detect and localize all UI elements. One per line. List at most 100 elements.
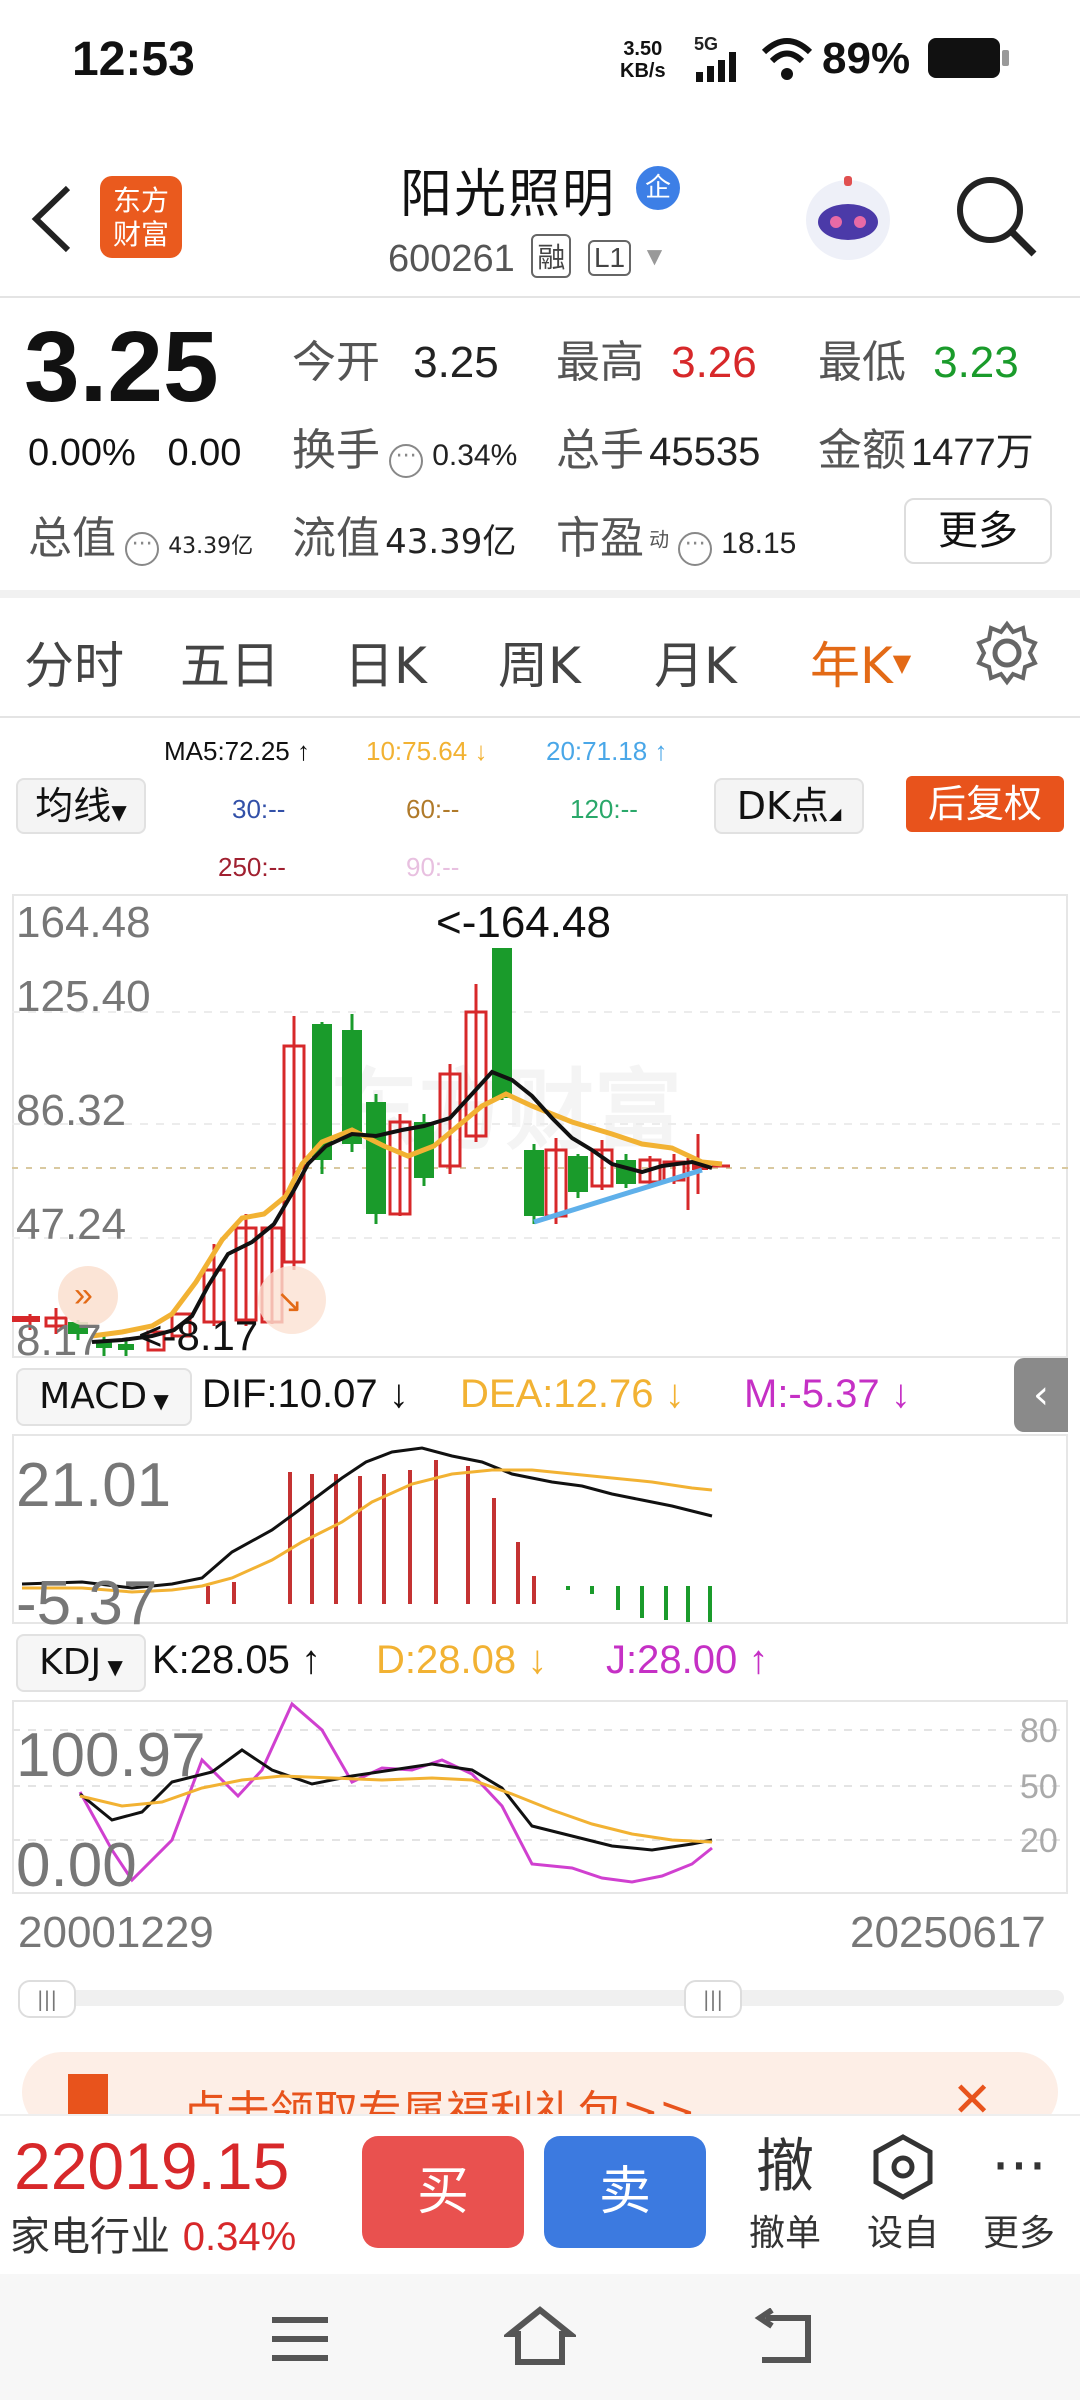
ma20-label: 20:71.18 ↑	[546, 736, 668, 766]
range-slider-track[interactable]	[18, 1990, 1064, 2006]
info-dots-icon[interactable]: ···	[678, 531, 713, 566]
amount-label: 金额	[818, 425, 906, 476]
tab-daily-k[interactable]: 日K	[344, 626, 427, 698]
logo-line-1: 东方	[112, 184, 169, 217]
net-speed-value: 3.50	[623, 38, 663, 60]
buy-button[interactable]: 买	[362, 2136, 524, 2248]
amount-field: 金额 1477万	[818, 414, 1034, 478]
net-speed-unit: KB/s	[620, 60, 666, 82]
range-slider-right-handle[interactable]: |||	[684, 1980, 742, 2018]
app-logo[interactable]: 东方 财富	[100, 176, 182, 258]
more-menu-button[interactable]: ··· 更多	[964, 2128, 1074, 2256]
home-icon[interactable]	[504, 2304, 576, 2368]
open-label: 今开	[292, 337, 380, 388]
macd-selector-button[interactable]: MACD ▼	[16, 1368, 192, 1426]
status-time: 12:53	[72, 33, 195, 86]
kdj-d: D:28.08 ↓	[376, 1638, 548, 1682]
hexagon-icon	[848, 2128, 958, 2204]
status-bar: 12:53 3.50 KB/s 5G 89%	[0, 0, 1080, 120]
kdj-j: J:28.00 ↑	[606, 1638, 769, 1682]
tab-yearly-k-label: 年K	[810, 637, 893, 695]
more-dots-icon: ···	[991, 2132, 1047, 2200]
low-label: 最低	[818, 337, 906, 388]
ma5-line	[91, 1069, 713, 1344]
recent-apps-icon[interactable]	[270, 2314, 330, 2364]
sell-button[interactable]: 卖	[544, 2136, 706, 2248]
turnover-label: 换手	[292, 425, 380, 476]
kdj-k: K:28.05 ↑	[152, 1638, 322, 1682]
tab-weekly-k[interactable]: 周K	[498, 626, 581, 698]
kdj-selector-button[interactable]: KDJ ▼	[16, 1634, 146, 1692]
search-icon[interactable]	[952, 172, 1040, 260]
open-field: 今开 3.25	[292, 326, 499, 390]
mktcap-value: 43.39亿	[168, 534, 254, 559]
dk-point-label: DK点	[736, 784, 829, 828]
volume-field: 总手 45535	[556, 414, 760, 478]
back-arrow-icon[interactable]	[26, 184, 76, 254]
dropdown-triangle-icon: ▼	[101, 1655, 123, 1679]
float-cap-label: 流值	[292, 513, 380, 564]
double-chevron-icon: »	[74, 1276, 93, 1314]
dropdown-triangle-icon: ▼	[892, 649, 912, 677]
index-value[interactable]: 22019.15	[14, 2128, 289, 2204]
adjust-mode-button[interactable]: 后复权	[906, 776, 1064, 832]
kdj-ref-80-label: 80	[1020, 1712, 1058, 1750]
float-cap-value: 43.39亿	[385, 522, 517, 562]
index-percent: 0.34%	[182, 2215, 297, 2259]
macd-dif: DIF:10.07 ↓	[202, 1372, 409, 1416]
ma250-label: 250:--	[218, 852, 286, 882]
low-value: 3.23	[933, 338, 1019, 387]
info-dots-icon[interactable]: ···	[125, 531, 160, 566]
dropdown-triangle-icon: ▼	[111, 800, 127, 824]
signal-icon	[696, 52, 736, 82]
custom-button[interactable]: 设自	[848, 2128, 958, 2256]
index-line[interactable]: 家电行业 0.34%	[10, 2204, 296, 2262]
ma120-label: 120:--	[570, 794, 638, 824]
tab-monthly-k[interactable]: 月K	[654, 626, 737, 698]
stock-name[interactable]: 阳光照明	[400, 152, 616, 227]
level-tag: L1	[587, 240, 632, 276]
high-value: 3.26	[671, 338, 757, 387]
robot-assistant-icon[interactable]	[800, 170, 896, 266]
collapse-panel-button[interactable]: ‹	[1014, 1358, 1068, 1432]
macd-bars-positive	[206, 1460, 536, 1604]
range-slider-left-handle[interactable]: |||	[18, 1980, 76, 2018]
macd-dea-value: DEA:12.76	[460, 1372, 654, 1416]
volume-label: 总手	[556, 425, 644, 476]
mktcap-label: 总值	[28, 513, 116, 564]
ma10-label: 10:75.64 ↓	[366, 736, 488, 766]
date-end: 20250617	[850, 1908, 1046, 1957]
stock-code-line[interactable]: 600261 融 L1 ▼	[388, 234, 667, 281]
macd-dif-value: DIF:10.07	[202, 1372, 378, 1416]
mktcap-field: 总值 ··· 43.39亿	[28, 502, 253, 566]
quote-more-button[interactable]: 更多	[904, 498, 1052, 564]
ma10-value: 10:75.64	[366, 736, 468, 766]
date-start: 20001229	[18, 1908, 214, 1957]
custom-label: 设自	[866, 2213, 939, 2254]
tab-intraday[interactable]: 分时	[24, 626, 124, 698]
info-dots-icon[interactable]: ···	[389, 443, 424, 478]
cancel-order-button[interactable]: 撤 撤单	[730, 2128, 840, 2256]
logo-line-2: 财富	[112, 218, 169, 251]
macd-name: MACD	[39, 1376, 148, 1417]
kdj-axis-bottom: 0.00	[16, 1831, 137, 1900]
current-price: 3.25	[24, 311, 219, 423]
float-cap-field: 流值 43.39亿	[292, 502, 516, 566]
tab-yearly-k[interactable]: 年K▼	[810, 626, 911, 698]
dk-point-button[interactable]: DK点◢	[714, 778, 864, 834]
kdj-j-value: J:28.00	[606, 1638, 738, 1682]
system-nav-bar	[0, 2274, 1080, 2400]
tab-five-day[interactable]: 五日	[180, 626, 280, 698]
kline-chart[interactable]: » ↘	[12, 894, 1068, 1358]
ma-selector-button[interactable]: 均线▼	[16, 778, 146, 834]
settings-gear-icon[interactable]	[972, 618, 1042, 688]
macd-bars-negative	[566, 1586, 712, 1622]
kline-axis-2: 125.40	[16, 972, 151, 1021]
macd-m: M:-5.37 ↓	[744, 1372, 911, 1416]
pe-label: 市盈	[556, 513, 644, 564]
cancel-order-label: 撤单	[748, 2213, 821, 2254]
pe-value: 18.15	[721, 527, 797, 560]
change-percent: 0.00%	[28, 432, 136, 474]
ma5-label: MA5:72.25 ↑	[164, 736, 310, 766]
back-nav-icon[interactable]	[752, 2308, 818, 2368]
